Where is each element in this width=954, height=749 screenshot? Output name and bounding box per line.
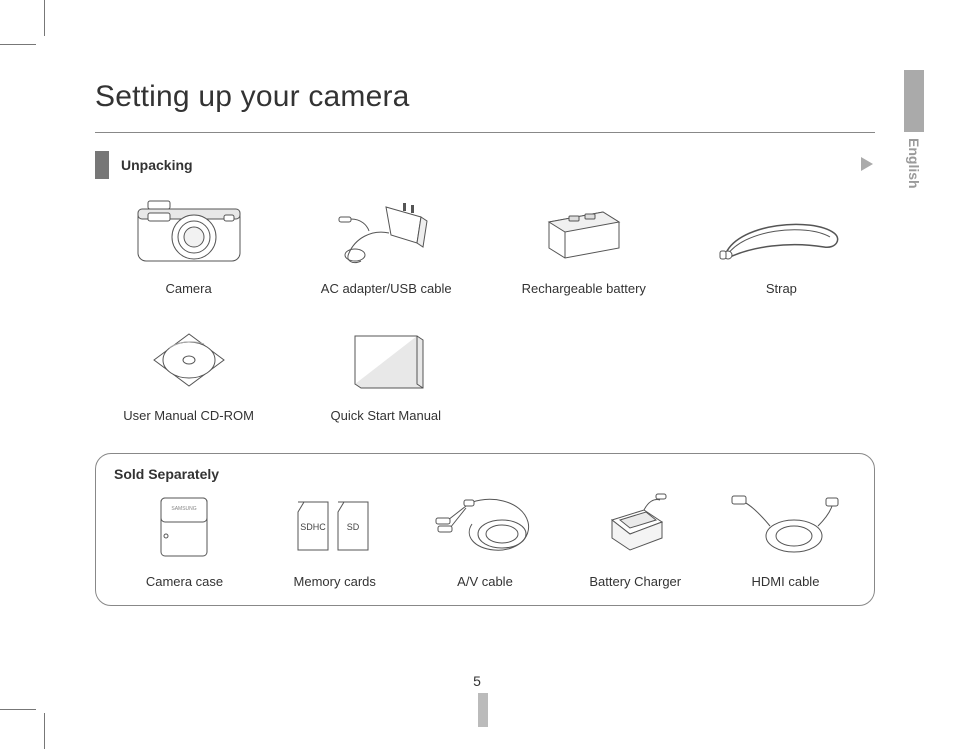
item-label: Quick Start Manual: [331, 408, 442, 423]
item-label: A/V cable: [457, 574, 513, 589]
hdmi-cable-icon: [730, 492, 840, 562]
page-number-tab: [478, 693, 488, 727]
item-camera-case: SAMSUNG Camera case: [114, 492, 255, 589]
item-label: Battery Charger: [589, 574, 681, 589]
language-tab: English: [884, 70, 924, 189]
item-label: Memory cards: [294, 574, 376, 589]
title-rule: [95, 132, 875, 133]
item-cdrom: User Manual CD-ROM: [95, 326, 282, 423]
item-camera: Camera: [95, 199, 282, 296]
section-title: Unpacking: [109, 157, 193, 173]
item-label: Strap: [766, 281, 797, 296]
item-av-cable: A/V cable: [415, 492, 556, 589]
strap-icon: [716, 199, 846, 269]
item-battery: Rechargeable battery: [490, 199, 677, 296]
camera-icon: [134, 199, 244, 269]
item-strap: Strap: [688, 199, 875, 296]
item-memory-cards: SDHC SD Memory cards: [264, 492, 405, 589]
crop-mark: [44, 713, 45, 749]
battery-icon: [539, 199, 629, 269]
section-header: Unpacking: [95, 151, 875, 179]
triangle-right-icon: [861, 157, 875, 174]
sd-text: SD: [346, 522, 359, 532]
crop-mark: [44, 0, 45, 36]
item-battery-charger: Battery Charger: [565, 492, 706, 589]
cd-icon: [144, 326, 234, 396]
item-label: AC adapter/USB cable: [321, 281, 452, 296]
svg-text:SAMSUNG: SAMSUNG: [172, 506, 197, 512]
av-cable-icon: [430, 492, 540, 562]
item-quickstart: Quick Start Manual: [292, 326, 479, 423]
sdhc-text: SDHC: [300, 522, 326, 532]
language-label: English: [906, 138, 922, 189]
ac-adapter-icon: [331, 199, 441, 269]
sold-separately-title: Sold Separately: [114, 466, 856, 482]
crop-mark: [0, 709, 36, 710]
crop-mark: [0, 44, 36, 45]
item-label: HDMI cable: [752, 574, 820, 589]
sd-cards-icon: SDHC SD: [290, 492, 380, 562]
page-number: 5: [473, 673, 481, 689]
sold-separately-box: Sold Separately SAMSUNG Camera case: [95, 453, 875, 606]
item-ac-adapter: AC adapter/USB cable: [293, 199, 480, 296]
section-accent-block: [95, 151, 109, 179]
item-label: User Manual CD-ROM: [123, 408, 254, 423]
language-tab-block: [904, 70, 924, 132]
manual-icon: [341, 326, 431, 396]
page-title: Setting up your camera: [95, 80, 875, 114]
item-hdmi-cable: HDMI cable: [715, 492, 856, 589]
item-label: Camera: [165, 281, 211, 296]
case-icon: SAMSUNG: [149, 492, 219, 562]
item-label: Rechargeable battery: [522, 281, 646, 296]
item-label: Camera case: [146, 574, 223, 589]
charger-icon: [590, 492, 680, 562]
